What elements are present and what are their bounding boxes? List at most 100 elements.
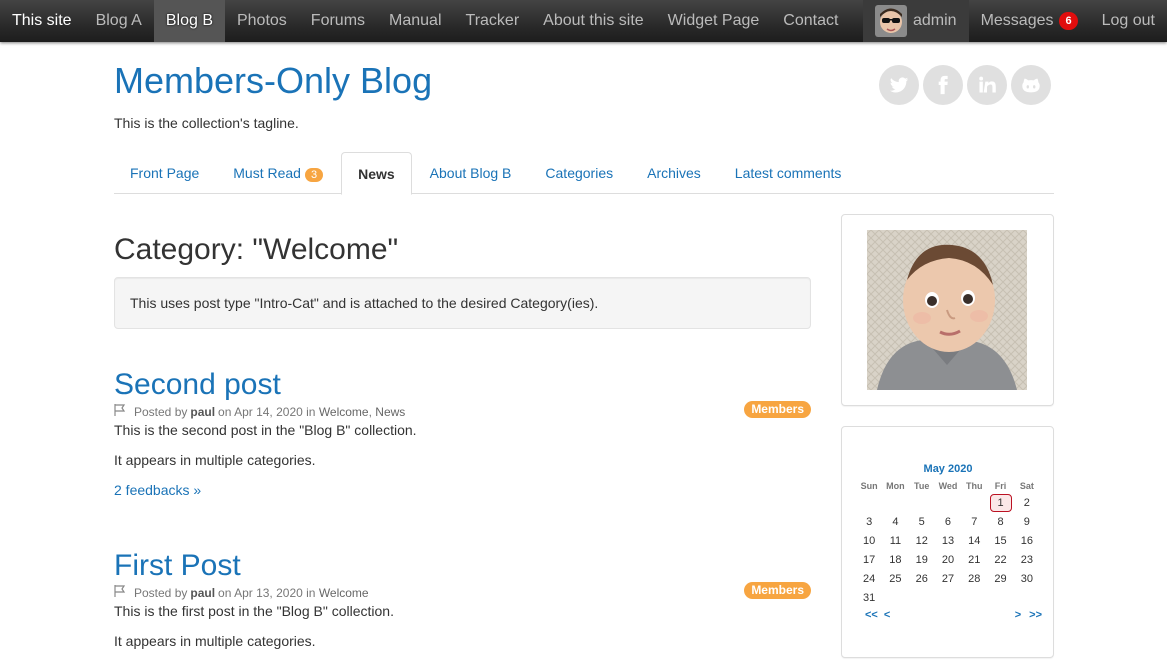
blog-tabs: Front Page Must Read 3 News About Blog B …: [114, 152, 1054, 195]
calendar-week-row: 3 4 5 6 7 8 9: [856, 512, 1040, 531]
tab-categories[interactable]: Categories: [529, 152, 629, 194]
nav-about-this-site[interactable]: About this site: [531, 0, 656, 42]
calendar-day: 21: [968, 553, 981, 566]
calendar-last-button[interactable]: >>: [1029, 609, 1042, 621]
tab-archives[interactable]: Archives: [631, 152, 717, 194]
calendar-empty-cell: [856, 493, 882, 512]
post-item: First Post Posted by paul on Apr 13, 202…: [114, 549, 811, 649]
calendar-nav: << < > >>: [862, 609, 1042, 621]
top-navbar: This site Blog A Blog B Photos Forums Ma…: [0, 0, 1167, 42]
tab-label: Must Read: [233, 165, 301, 181]
nav-contact[interactable]: Contact: [771, 0, 850, 42]
members-badge: Members: [744, 401, 811, 418]
calendar-empty-cell: [961, 588, 987, 607]
tab-latest-comments[interactable]: Latest comments: [719, 152, 858, 194]
tab-news[interactable]: News: [341, 152, 412, 195]
facebook-icon[interactable]: [923, 65, 963, 105]
post-body: This is the first post in the "Blog B" c…: [114, 603, 811, 649]
calendar-day: 15: [994, 534, 1007, 547]
calendar-empty-cell: [1014, 588, 1040, 607]
user-name: admin: [912, 12, 957, 29]
calendar-empty-cell: [909, 588, 935, 607]
members-badge: Members: [744, 582, 811, 599]
nav-widget-page[interactable]: Widget Page: [656, 0, 772, 42]
nav-blog-a[interactable]: Blog A: [84, 0, 154, 42]
post-paragraph: This is the first post in the "Blog B" c…: [114, 603, 394, 619]
weekday-label: Sat: [1019, 481, 1034, 491]
nav-manual[interactable]: Manual: [377, 0, 453, 42]
baby-photo: [867, 230, 1027, 390]
tab-must-read[interactable]: Must Read 3: [217, 152, 339, 194]
calendar-day: 10: [863, 534, 876, 547]
weekday-label: Mon: [886, 481, 905, 491]
logout-link[interactable]: Log out: [1090, 0, 1167, 42]
calendar-empty-cell: [987, 588, 1013, 607]
calendar-week-row: 10 11 12 13 14 15 16: [856, 531, 1040, 550]
post-meta: Posted by paul on Apr 13, 2020 in Welcom…: [114, 582, 811, 601]
weekday-label: Fri: [994, 481, 1007, 491]
nav-blog-b[interactable]: Blog B: [153, 0, 225, 42]
calendar-empty-cell: [882, 493, 908, 512]
tab-about-blog-b[interactable]: About Blog B: [414, 152, 528, 194]
weekday-label: Sun: [860, 481, 878, 491]
calendar-day: 31: [863, 591, 876, 604]
calendar-week-row: 24 25 26 27 28 29 30: [856, 569, 1040, 588]
weekday-label: Thu: [966, 481, 983, 491]
blog-title[interactable]: Members-Only Blog: [114, 60, 432, 102]
calendar-day: 11: [889, 534, 902, 547]
post-author[interactable]: paul: [190, 404, 215, 420]
calendar-day: 5: [918, 515, 925, 528]
post-paragraph: It appears in multiple categories.: [114, 452, 316, 468]
flag-icon: [114, 585, 128, 601]
calendar-empty-cell: [882, 588, 908, 607]
nav-tracker[interactable]: Tracker: [454, 0, 532, 42]
posted-by-label: Posted by: [134, 405, 188, 419]
post-date: on Apr 14, 2020 in: [218, 405, 316, 419]
weekday-label: Wed: [938, 481, 958, 491]
weekday-row: Sun Mon Tue Wed Thu Fri Sat: [856, 479, 1040, 493]
linkedin-icon[interactable]: [967, 65, 1007, 105]
tab-front-page[interactable]: Front Page: [114, 152, 215, 194]
messages-link[interactable]: Messages 6: [969, 0, 1090, 42]
post-meta: Posted by paul on Apr 14, 2020 in Welcom…: [114, 401, 811, 420]
user-nav: admin Messages 6 Log out: [862, 0, 1167, 42]
nav-photos[interactable]: Photos: [225, 0, 299, 42]
post-date: on Apr 13, 2020 in: [218, 586, 316, 600]
calendar-day: 28: [968, 572, 981, 585]
post-paragraph: This is the second post in the "Blog B" …: [114, 422, 417, 438]
calendar-day: 19: [915, 553, 928, 566]
calendar-day: 18: [889, 553, 902, 566]
calendar-empty-cell: [961, 493, 987, 512]
post-title-link[interactable]: Second post: [114, 368, 281, 401]
calendar-grid: Sun Mon Tue Wed Thu Fri Sat 1 2 3 4 5 6 7 8 9 10 1…: [856, 479, 1040, 607]
blog-tagline: This is the collection's tagline.: [114, 115, 299, 131]
post-category-link[interactable]: Welcome: [319, 585, 369, 601]
github-icon[interactable]: [1011, 65, 1051, 105]
this-site-link[interactable]: This site: [0, 0, 84, 42]
calendar-day: 2: [1023, 496, 1030, 509]
calendar-first-button[interactable]: <<: [865, 609, 878, 621]
calendar-day: 27: [941, 572, 955, 585]
calendar-body: 1 2 3 4 5 6 7 8 9 10 11 12 13 14 15 16 17 18 19 20 21 22 23 24 2…: [856, 493, 1040, 607]
feedbacks-link[interactable]: 2 feedbacks »: [114, 482, 201, 498]
calendar-prev-button[interactable]: <: [884, 609, 890, 621]
calendar-day: 30: [1020, 572, 1033, 585]
post-category-link[interactable]: Welcome: [319, 404, 369, 420]
calendar-empty-cell: [935, 588, 961, 607]
user-menu[interactable]: admin: [862, 0, 969, 42]
calendar-week-row: 31: [856, 588, 1040, 607]
calendar-day: 4: [892, 515, 899, 528]
calendar-widget: May 2020 Sun Mon Tue Wed Thu Fri Sat 12 3…: [841, 426, 1054, 658]
calendar-day: 1: [987, 493, 1013, 512]
post-category-link[interactable]: News: [375, 404, 405, 420]
calendar-day: 22: [994, 553, 1007, 566]
calendar-next-button[interactable]: >: [1015, 609, 1021, 621]
calendar-month-title[interactable]: May 2020: [862, 461, 1034, 477]
nav-forums[interactable]: Forums: [299, 0, 377, 42]
twitter-icon[interactable]: [879, 65, 919, 105]
calendar-day: 12: [915, 534, 928, 547]
post-author[interactable]: paul: [190, 585, 215, 601]
social-links: [879, 65, 1051, 105]
post-title-link[interactable]: First Post: [114, 549, 241, 582]
calendar-week-row: 12: [856, 493, 1040, 512]
